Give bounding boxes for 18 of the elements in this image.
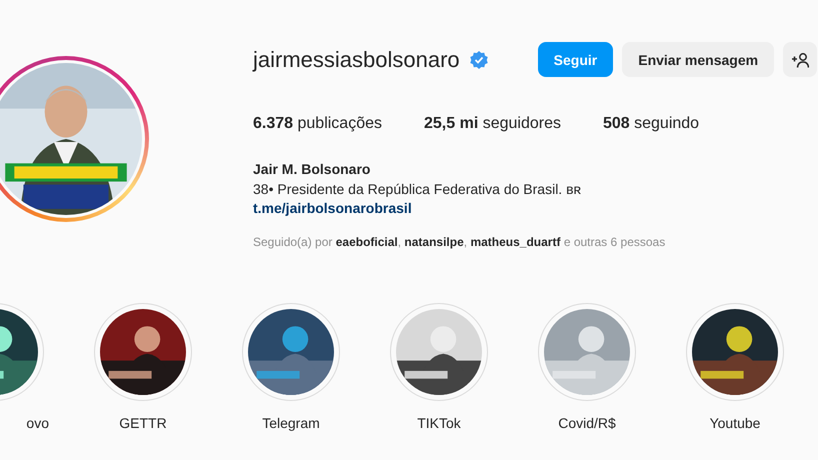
highlight-label[interactable]: Covid/R$: [558, 415, 616, 431]
profile-stat[interactable]: 6.378 publicações: [253, 115, 382, 133]
add-person-icon: [791, 52, 810, 68]
highlight-label[interactable]: TIKTok: [417, 415, 461, 431]
highlight-label[interactable]: GETTR: [119, 415, 167, 431]
verified-badge-icon: [468, 50, 489, 70]
profile-stat[interactable]: 508 seguindo: [602, 115, 700, 133]
highlight-label[interactable]: Youtube: [710, 415, 760, 431]
profile-stat[interactable]: 25,5 mi seguidores: [424, 115, 561, 133]
full-name: Jair M. Bolsonaro: [253, 161, 372, 177]
username: jairmessiasbolsonaro: [253, 46, 460, 72]
bio-link[interactable]: t.me/jairbolsonarobrasil: [253, 200, 818, 216]
highlight-label[interactable]: ovo: [26, 415, 49, 431]
bio-text: 38• Presidente da República Federativa do Brasil. ʙʀ: [253, 181, 582, 197]
message-button[interactable]: Enviar mensagem: [622, 42, 774, 77]
suggest-button[interactable]: [783, 42, 818, 77]
highlight-label[interactable]: Telegram: [262, 415, 320, 431]
followed-by-text[interactable]: Seguido(a) por eaeboficial, natansilpe, matheus_duartf e outras 6 pessoas: [253, 235, 818, 249]
